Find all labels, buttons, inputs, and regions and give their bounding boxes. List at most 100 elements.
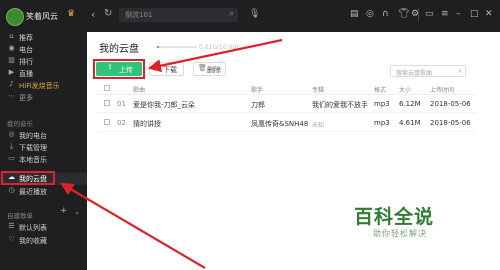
chart-icon: ▥ <box>8 56 15 64</box>
column-header-song[interactable]: 歌曲 <box>133 85 145 94</box>
sidebar-item-label: 默认列表 <box>19 224 47 232</box>
song-format: mp3 <box>374 119 390 127</box>
table-row[interactable]: 02 猜的讲授 凤凰传奇&SNH48 未知 mp3 4.61M 2018-05-… <box>87 113 500 133</box>
sidebar-item-more[interactable]: ⋯ 更多 <box>0 92 87 104</box>
highlight-box-upload <box>93 59 145 79</box>
song-size: 4.61M <box>399 119 421 127</box>
song-title[interactable]: 猜的讲授 <box>133 119 161 129</box>
row-checkbox[interactable] <box>104 119 110 125</box>
menu-icon[interactable]: ≡ <box>441 9 449 19</box>
sidebar-item-charts[interactable]: ▥ 排行 <box>0 56 87 68</box>
column-header-album[interactable]: 专辑 <box>312 85 324 94</box>
column-header-size[interactable]: 大小 <box>399 85 411 94</box>
sidebar-item-default-list[interactable]: ☰ 默认列表 <box>0 222 87 234</box>
sidebar-item-my-radio[interactable]: ◎ 我的电台 <box>0 130 87 142</box>
top-bar: 笑着风云 ♛ ‹ ↻ 倒流101 ⌕ 🎙︎ ▤ ◎ ∩ 👕︎ ⚙ ▭ ≡ – □… <box>0 0 500 32</box>
sidebar-item-label: 更多 <box>19 94 33 102</box>
headphone-icon[interactable]: ∩ <box>382 9 389 19</box>
search-icon[interactable]: ⌕ <box>458 67 462 76</box>
search-input[interactable]: 倒流101 <box>125 10 152 20</box>
live-icon: ▶ <box>8 68 15 76</box>
column-header-format[interactable]: 格式 <box>374 85 386 94</box>
sidebar-item-hifi[interactable]: ♪ HiFi发烧音乐 <box>0 80 87 92</box>
shirt-icon[interactable]: 👕︎ <box>398 9 409 19</box>
delete-button[interactable]: 🗑︎ 删除 <box>193 62 226 76</box>
watermark-title: 百科全说 <box>354 206 435 228</box>
download-icon: ⤓ <box>154 64 158 72</box>
song-artist[interactable]: 凤凰传奇&SNH48 <box>251 119 308 129</box>
row-number: 02 <box>117 119 126 127</box>
back-icon[interactable]: ‹ <box>91 8 95 21</box>
more-icon: ⋯ <box>8 92 15 100</box>
song-size: 6.12M <box>399 100 421 108</box>
column-header-artist[interactable]: 歌手 <box>251 85 263 94</box>
song-format: mp3 <box>374 100 390 108</box>
download-button[interactable]: ⤓ 下载 <box>149 62 184 76</box>
my-music-header: 我的音乐 <box>7 120 33 128</box>
maximize-icon[interactable]: □ <box>470 9 479 19</box>
capacity-text: 0.01G/10.00G <box>199 44 241 51</box>
delete-label: 删除 <box>207 66 221 74</box>
minimize-icon[interactable]: – <box>456 9 461 19</box>
sidebar-item-label: 最近播放 <box>19 188 47 196</box>
sidebar-item-radio[interactable]: ◉ 电台 <box>0 44 87 56</box>
close-icon[interactable]: ✕ <box>485 9 493 19</box>
clock-icon: ◷ <box>8 186 15 194</box>
music-app-window: 笑着风云 ♛ ‹ ↻ 倒流101 ⌕ 🎙︎ ▤ ◎ ∩ 👕︎ ⚙ ▭ ≡ – □… <box>0 0 500 270</box>
refresh-icon[interactable]: ↻ <box>104 8 112 19</box>
chevron-down-icon[interactable]: ⌄ <box>74 208 80 216</box>
sidebar-item-label: 我的电台 <box>19 132 47 140</box>
sidebar-item-downloads[interactable]: ⤓ 下载管理 <box>0 142 87 154</box>
sidebar-item-recommend[interactable]: ⌂ 推荐 <box>0 32 87 44</box>
download-label: 下载 <box>163 66 177 74</box>
divider <box>97 131 477 132</box>
mini-mode-icon[interactable]: ▭ <box>425 9 434 19</box>
sidebar-item-label: 本地音乐 <box>19 156 47 164</box>
song-title[interactable]: 爱是你我-刀郎_云朵 <box>133 100 195 110</box>
watermark-subtitle: 助你轻松解决 <box>373 229 427 238</box>
song-upload-time: 2018-05-06 <box>430 119 471 127</box>
radio-icon: ◎ <box>8 130 15 138</box>
row-number: 01 <box>117 100 126 108</box>
row-checkbox[interactable] <box>104 100 110 106</box>
song-album[interactable]: 我们的爱我不放手 <box>312 100 368 110</box>
highlight-box-cloud <box>1 171 55 185</box>
radio-icon: ◉ <box>8 44 15 52</box>
main-panel: 我的云盘 0.01G/10.00G ⇧ 上传 ⤓ 下载 🗑︎ 删除 搜索云盘歌曲… <box>87 32 500 270</box>
song-artist[interactable]: 刀郎 <box>251 100 265 110</box>
list-icon: ☰ <box>8 222 15 230</box>
username[interactable]: 笑着风云 <box>26 11 58 22</box>
capacity-fill <box>157 46 159 48</box>
hifi-icon: ♪ <box>9 80 14 88</box>
page-title: 我的云盘 <box>99 44 139 55</box>
table-row[interactable]: 01 爱是你我-刀郎_云朵 刀郎 我们的爱我不放手 mp3 6.12M 2018… <box>87 94 500 114</box>
search-icon[interactable]: ⌕ <box>230 9 234 19</box>
sidebar-item-label: HiFi发烧音乐 <box>19 82 60 90</box>
sidebar-item-label: 排行 <box>19 58 33 66</box>
song-upload-time: 2018-05-06 <box>430 100 471 108</box>
avatar[interactable] <box>6 8 24 26</box>
home-icon: ⌂ <box>9 32 14 40</box>
capacity-bar <box>157 46 197 48</box>
toolbar-divider <box>418 8 419 22</box>
sidebar-item-label: 下载管理 <box>19 144 47 152</box>
sidebar-item-label: 我的收藏 <box>19 237 47 245</box>
trash-icon: 🗑︎ <box>198 64 207 72</box>
skin-icon[interactable]: ▤ <box>350 9 359 19</box>
microphone-icon[interactable]: 🎙︎ <box>249 9 260 19</box>
song-album[interactable]: 未知 <box>312 120 324 129</box>
select-all-checkbox[interactable] <box>104 85 110 91</box>
game-icon[interactable]: ◎ <box>366 9 374 19</box>
cloud-search-input[interactable]: 搜索云盘歌曲 ⌕ <box>390 65 466 77</box>
search-box[interactable]: 倒流101 ⌕ <box>119 8 238 22</box>
sidebar-item-favorites[interactable]: ♡ 我的收藏 <box>0 235 87 247</box>
sidebar-item-live[interactable]: ▶ 直播 <box>0 68 87 80</box>
sidebar-item-recent[interactable]: ◷ 最近播放 <box>0 186 87 198</box>
column-header-upload-time[interactable]: 上传时间 <box>430 85 454 94</box>
sidebar-item-label: 电台 <box>19 46 33 54</box>
computer-icon: ▭ <box>8 154 15 162</box>
add-playlist-icon[interactable]: + <box>60 206 68 216</box>
sidebar-item-local-music[interactable]: ▭ 本地音乐 <box>0 154 87 166</box>
vip-crown-icon[interactable]: ♛ <box>67 9 75 19</box>
download-icon: ⤓ <box>9 142 14 150</box>
